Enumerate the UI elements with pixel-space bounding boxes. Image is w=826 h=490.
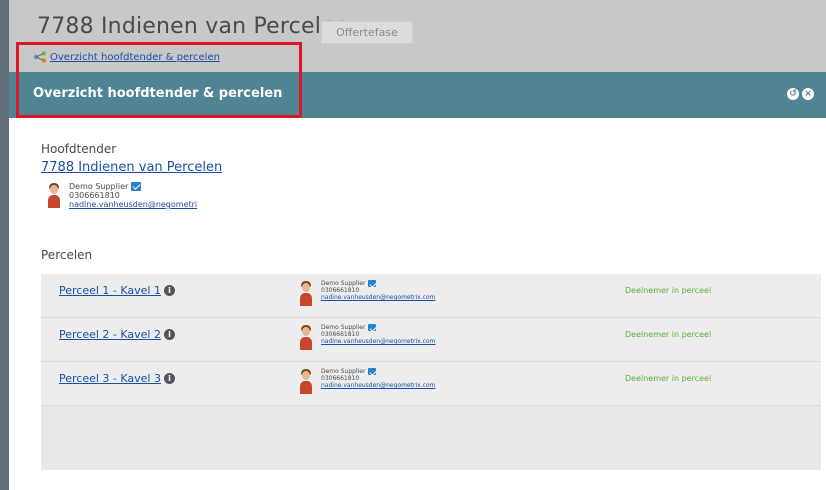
contact-email[interactable]: nadine.vanheusden@negometrix.com [321,338,435,345]
contact-email[interactable]: nadine.vanheusden@negometri [69,200,197,209]
hoofdtender-link[interactable]: 7788 Indienen van Percelen [41,160,222,175]
table-row: Perceel 2 - Kavel 2 i Demo Supplier 0306… [41,318,821,362]
contact-phone: 0306661810 [321,375,360,382]
table-row: Perceel 3 - Kavel 3 i Demo Supplier 0306… [41,362,821,406]
mail-icon[interactable] [368,280,377,287]
contact-phone: 0306661810 [321,287,360,294]
highlight-box [16,42,302,118]
info-icon[interactable]: i [163,285,175,296]
contact-name: Demo Supplier [321,324,366,331]
contact-phone: 0306661810 [69,191,120,200]
contact-email[interactable]: nadine.vanheusden@negometrix.com [321,382,435,389]
left-border [0,0,9,490]
overview-dialog: Overzicht hoofdtender & percelen ↺ × Hoo… [9,72,826,490]
parcel-link[interactable]: Perceel 1 - Kavel 1 i [59,284,175,297]
percelen-label: Percelen [41,248,93,262]
hoofdtender-contact: Demo Supplier 0306661810 nadine.vanheusd… [45,182,197,209]
parcel-table: Perceel 1 - Kavel 1 i Demo Supplier 0306… [41,274,821,470]
status-label: Deelnemer in perceel [625,286,712,295]
parcel-contact: Demo Supplier 0306661810 nadine.vanheusd… [297,280,435,306]
info-icon[interactable]: i [163,329,175,340]
contact-phone: 0306661810 [321,331,360,338]
contact-email[interactable]: nadine.vanheusden@negometrix.com [321,294,435,301]
hoofdtender-label: Hoofdtender [41,142,117,156]
info-icon[interactable]: i [163,373,175,384]
parcel-contact: Demo Supplier 0306661810 nadine.vanheusd… [297,324,435,350]
avatar [45,182,63,208]
page-title: 7788 Indienen van Percelen [37,14,349,39]
table-row: Perceel 1 - Kavel 1 i Demo Supplier 0306… [41,274,821,318]
dialog-controls: ↺ × [787,88,814,100]
status-label: Deelnemer in perceel [625,374,712,383]
close-icon[interactable]: × [802,88,814,100]
phase-badge: Offertefase [321,21,413,44]
contact-name: Demo Supplier [321,368,366,375]
mail-icon[interactable] [368,368,377,375]
status-label: Deelnemer in perceel [625,330,712,339]
mail-icon[interactable] [131,182,142,191]
parcel-link[interactable]: Perceel 2 - Kavel 2 i [59,328,175,341]
mail-icon[interactable] [368,324,377,331]
avatar [297,280,315,306]
contact-name: Demo Supplier [69,182,129,191]
contact-name: Demo Supplier [321,280,366,287]
avatar [297,324,315,350]
restore-icon[interactable]: ↺ [787,88,799,100]
parcel-link[interactable]: Perceel 3 - Kavel 3 i [59,372,175,385]
avatar [297,368,315,394]
parcel-contact: Demo Supplier 0306661810 nadine.vanheusd… [297,368,435,394]
